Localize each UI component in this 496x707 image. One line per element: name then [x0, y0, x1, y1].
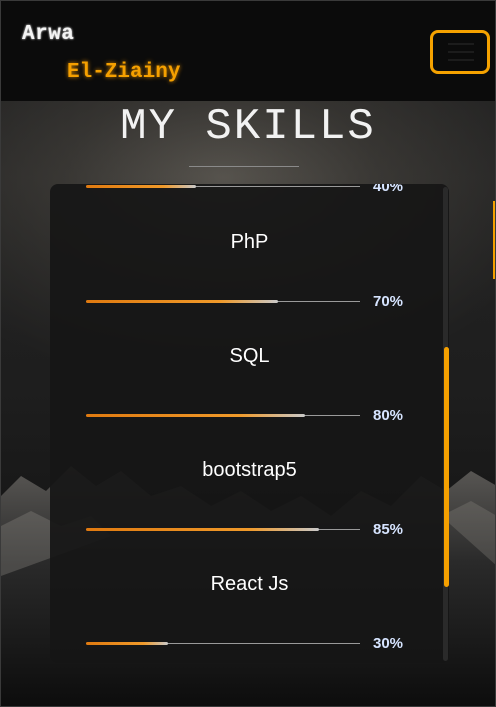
hamburger-menu-icon: [448, 51, 474, 53]
hamburger-menu-icon: [448, 43, 474, 45]
skill-item: bootstrap5 85%: [50, 411, 449, 538]
logo-first-name[interactable]: Arwa: [22, 23, 74, 46]
hamburger-menu-icon: [448, 59, 474, 61]
title-divider: [189, 166, 299, 167]
skill-name: bootstrap5: [202, 459, 297, 481]
skill-item: React Js 30%: [50, 525, 449, 652]
skill-name: React Js: [210, 573, 289, 595]
skills-scrollbar-thumb[interactable]: [444, 347, 449, 587]
skill-progress-track: [86, 642, 360, 645]
skill-name: PhP: [230, 231, 269, 253]
logo-last-name[interactable]: El-Ziainy: [67, 61, 180, 84]
skill-percent: 30%: [373, 635, 404, 652]
menu-toggle-button[interactable]: [430, 30, 490, 74]
navbar: Arwa El-Ziainy: [1, 1, 495, 101]
skills-list[interactable]: 40% PhP 70% SQL 80% bootstrap5 85% React…: [50, 184, 449, 663]
skill-progress-fill: [86, 642, 169, 645]
section-title: MY SKILLS: [120, 102, 376, 152]
skill-item: PhP 70%: [50, 184, 449, 310]
skill-name: SQL: [229, 345, 270, 367]
browser-viewport: Arwa El-Ziainy MY SKILLS 40% PhP 70% SQL: [0, 0, 496, 707]
skill-item: SQL 80%: [50, 297, 449, 424]
